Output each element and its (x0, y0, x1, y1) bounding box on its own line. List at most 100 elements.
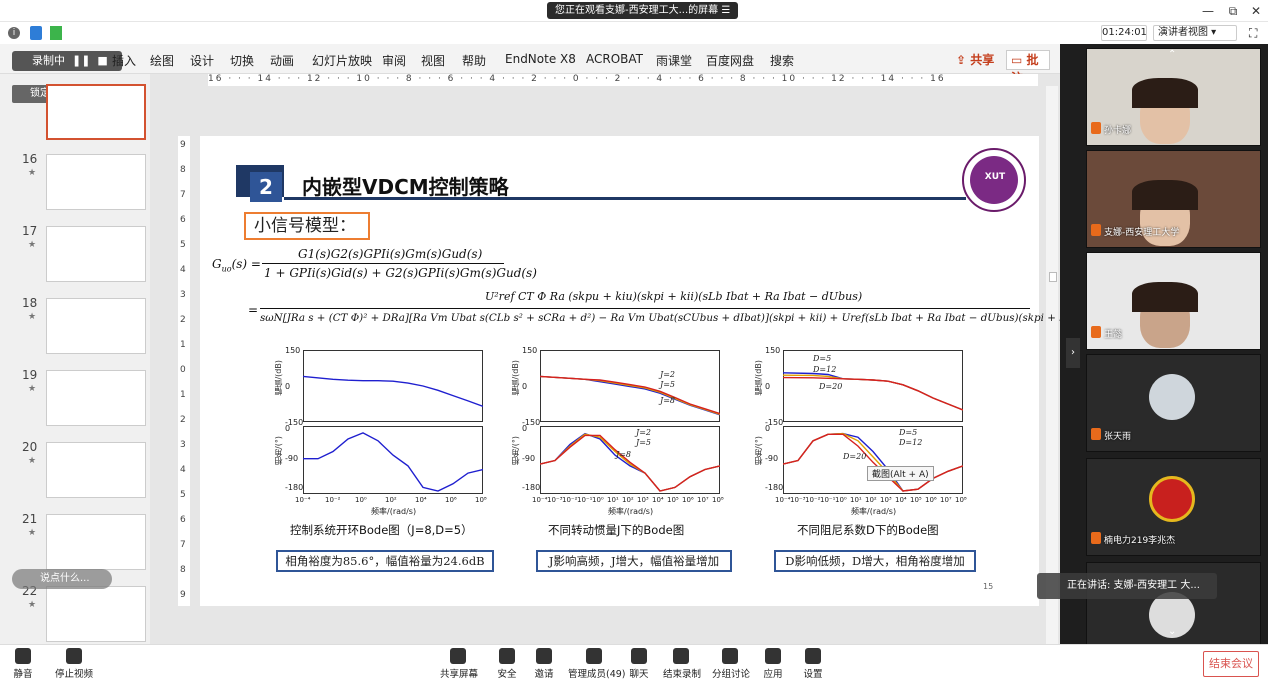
toolbar-icon (586, 648, 602, 664)
scrollbar[interactable] (1046, 86, 1058, 644)
x-tick: 10⁴ (895, 496, 907, 504)
ribbon-tab[interactable]: 设计 (190, 52, 214, 69)
mag-tick: 150 (765, 346, 781, 355)
x-axis-label: 频率/(rad/s) (608, 507, 654, 516)
participant-name: 王懿 (1104, 330, 1123, 340)
phase-tick: -180 (522, 483, 541, 493)
share-button[interactable]: ⇪ 共享 (956, 51, 1000, 69)
x-tick: 10⁰ (592, 496, 604, 504)
x-tick: 10⁶ (445, 496, 457, 504)
toolbar-button[interactable]: 分组讨论 (712, 648, 750, 680)
mag-axis-label: 幅值/(dB) (754, 360, 763, 396)
slide-thumbnail[interactable] (46, 442, 146, 498)
slide-thumbnail[interactable] (46, 514, 146, 570)
view-mode-dropdown[interactable]: 演讲者视图 ▾ (1153, 25, 1237, 41)
toolbar-icon (450, 648, 466, 664)
ruler-tick: 8 (180, 565, 186, 575)
slide-thumbnail[interactable] (46, 226, 146, 282)
avatar (1149, 476, 1195, 522)
bode-mag-curve (540, 375, 720, 415)
x-tick: 10⁴ (652, 496, 664, 504)
ribbon-tab[interactable]: 帮助 (462, 52, 486, 69)
bode-phase-curve (303, 432, 483, 492)
ribbon-tab[interactable]: 切换 (230, 52, 254, 69)
chat-input-chip[interactable]: 说点什么... (12, 569, 112, 589)
x-tick: 10⁻⁴ (775, 496, 791, 504)
x-tick: 10⁸ (712, 496, 724, 504)
slide-number: 18 (22, 296, 38, 310)
chevron-up-icon[interactable]: ⌃ (1168, 49, 1176, 60)
chevron-down-icon[interactable]: ⌄ (1168, 626, 1176, 637)
toolbar-icon (499, 648, 515, 664)
toolbar-button[interactable]: 安全 (496, 648, 518, 680)
mag-axis-label: 幅值/(dB) (274, 360, 283, 396)
toolbar-button[interactable]: 静音 (8, 648, 38, 680)
ribbon-tab[interactable]: EndNote X8 (505, 52, 576, 66)
eq2-fraction-line (260, 308, 1030, 309)
participant-hair (1132, 78, 1198, 108)
scroll-thumb[interactable] (1049, 272, 1057, 282)
ribbon-tab[interactable]: 绘图 (150, 52, 174, 69)
slide-thumbnail-current[interactable] (46, 84, 146, 140)
ruler-tick: 6 (180, 515, 186, 525)
ribbon-tab[interactable]: 审阅 (382, 52, 406, 69)
ribbon-tab[interactable]: 动画 (270, 52, 294, 69)
phase-axis-label: 相角/(°) (754, 436, 763, 465)
toolbar-button[interactable]: 聊天 (628, 648, 650, 680)
maximize-icon[interactable]: ⧉ (1225, 3, 1241, 19)
toolbar-icon (15, 648, 31, 664)
slide-star-icon: ★ (28, 312, 37, 322)
slide-number: 19 (22, 368, 38, 382)
legend-label: D=12 (899, 438, 923, 447)
toolbar-icon (536, 648, 552, 664)
toolbar-button[interactable]: 邀请 (533, 648, 555, 680)
bode-phase-curve (783, 433, 963, 492)
ribbon-tab[interactable]: ACROBAT (586, 52, 643, 66)
phase-tick: 0 (285, 424, 291, 433)
slide-page-number: 15 (983, 582, 994, 591)
mag-tick: 0 (285, 382, 291, 391)
comment-button[interactable]: ▭ 批注 (1006, 50, 1050, 85)
participant-name: 张天雨 (1104, 432, 1132, 442)
ruler-tick: 1 (180, 390, 186, 400)
slide-thumbnail[interactable] (46, 298, 146, 354)
ribbon-tab[interactable]: 插入 (112, 52, 136, 69)
x-axis-label: 频率/(rad/s) (371, 507, 417, 516)
ruler-tick: 0 (180, 365, 186, 375)
toolbar-button[interactable]: 结束录制 (663, 648, 701, 680)
eq1-lhs: Guo(s) = (212, 257, 261, 274)
info-icon[interactable]: i (8, 27, 20, 39)
ribbon-tab[interactable]: 视图 (421, 52, 445, 69)
recording-indicator[interactable]: 录制中 ❚❚ ■ (12, 51, 122, 71)
x-tick: 10⁻² (805, 496, 821, 504)
x-axis-label: 频率/(rad/s) (851, 507, 897, 516)
toolbar-button[interactable]: 管理成员(49) (568, 648, 626, 680)
eq2-equals: = (248, 303, 259, 317)
ribbon-tab[interactable]: 百度网盘 (706, 52, 754, 69)
slide-thumbnail[interactable] (46, 154, 146, 210)
ribbon-tab[interactable]: 雨课堂 (656, 52, 692, 69)
minimize-icon[interactable]: — (1200, 3, 1216, 19)
eq1-fraction-line (262, 263, 504, 264)
toolbar-button[interactable]: 应用 (762, 648, 784, 680)
share-status-pill[interactable]: 您正在观看支娜-西安理工大...的屏幕 ☰ (547, 2, 739, 19)
slide-thumbnail[interactable] (46, 370, 146, 426)
toolbar-button[interactable]: 设置 (802, 648, 824, 680)
close-icon[interactable]: ✕ (1248, 3, 1264, 19)
collapse-panel-icon[interactable]: › (1066, 338, 1080, 368)
slide-thumbnail[interactable] (46, 586, 146, 642)
ruler-vertical: 9 8 7 6 5 4 3 2 1 0 1 2 3 4 5 6 7 8 9 (178, 136, 190, 606)
fullscreen-icon[interactable]: ⛶ (1249, 26, 1257, 41)
ribbon-tab[interactable]: 搜索 (770, 52, 794, 69)
bode-mag-svg (540, 375, 720, 416)
toolbar-button[interactable]: 共享屏幕 (440, 648, 478, 680)
security-shield-icon[interactable] (30, 26, 42, 40)
ribbon-tab[interactable]: 幻灯片放映 (312, 52, 372, 69)
ruler-tick: 2 (180, 415, 186, 425)
x-tick: 10² (865, 496, 877, 504)
mic-icon (1091, 428, 1101, 440)
end-meeting-button[interactable]: 结束会议 (1203, 651, 1259, 677)
meeting-timer: 01:24:01 (1101, 25, 1147, 41)
ruler-tick: 6 (180, 215, 186, 225)
toolbar-button[interactable]: 停止视频 (54, 648, 94, 680)
